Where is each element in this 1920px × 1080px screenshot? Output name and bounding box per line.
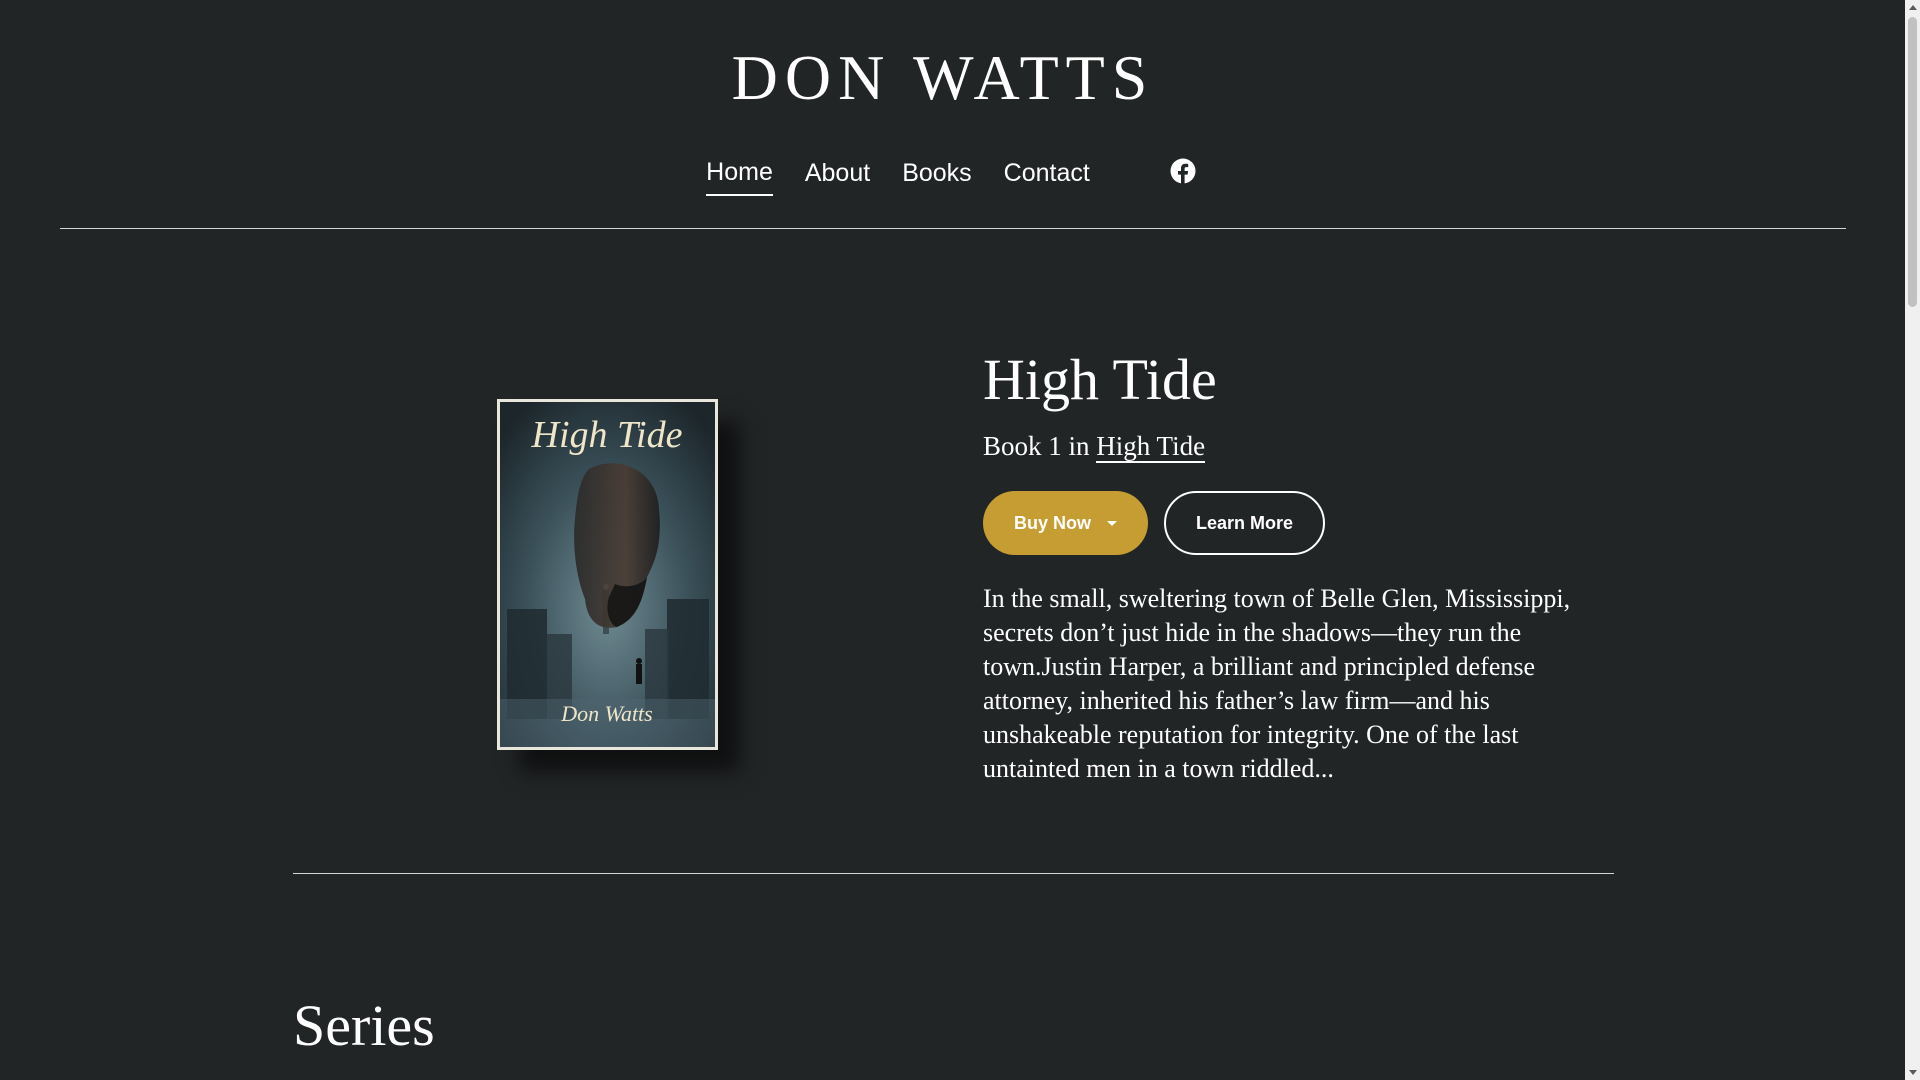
- buy-now-button[interactable]: Buy Now: [983, 491, 1148, 555]
- main-nav: Home About Books Contact: [0, 152, 1886, 196]
- book-cover[interactable]: High Tide Don Watts: [497, 399, 718, 750]
- caret-down-icon: [1107, 520, 1117, 526]
- scrollbar-thumb[interactable]: [1908, 17, 1917, 307]
- series-heading: Series: [293, 993, 435, 1058]
- learn-more-button[interactable]: Learn More: [1164, 491, 1325, 555]
- scroll-up-arrow-icon[interactable]: [1905, 0, 1920, 15]
- site-title[interactable]: DON WATTS: [0, 38, 1886, 118]
- section-divider: [293, 873, 1614, 874]
- nav-home[interactable]: Home: [706, 152, 773, 196]
- header-divider: [60, 228, 1846, 229]
- buy-now-label: Buy Now: [1013, 512, 1091, 533]
- scroll-down-arrow-icon[interactable]: [1905, 1065, 1920, 1080]
- nav-contact[interactable]: Contact: [1004, 153, 1090, 195]
- nav-about[interactable]: About: [805, 153, 870, 195]
- book-cover-image: High Tide Don Watts: [497, 399, 718, 750]
- facebook-icon[interactable]: [1170, 158, 1196, 184]
- book-blurb: In the small, sweltering town of Belle G…: [983, 584, 1571, 783]
- book-title: High Tide: [983, 347, 1217, 412]
- series-prefix: Book 1 in: [983, 431, 1090, 461]
- vertical-scrollbar[interactable]: [1905, 0, 1920, 1080]
- cover-title: High Tide: [531, 414, 683, 456]
- page: DON WATTS Home About Books Contact High …: [0, 0, 1905, 1080]
- nav-books[interactable]: Books: [902, 153, 971, 195]
- series-line: Book 1 in High Tide: [983, 428, 1206, 464]
- series-link[interactable]: High Tide: [1096, 431, 1206, 463]
- cover-author: Don Watts: [560, 701, 652, 726]
